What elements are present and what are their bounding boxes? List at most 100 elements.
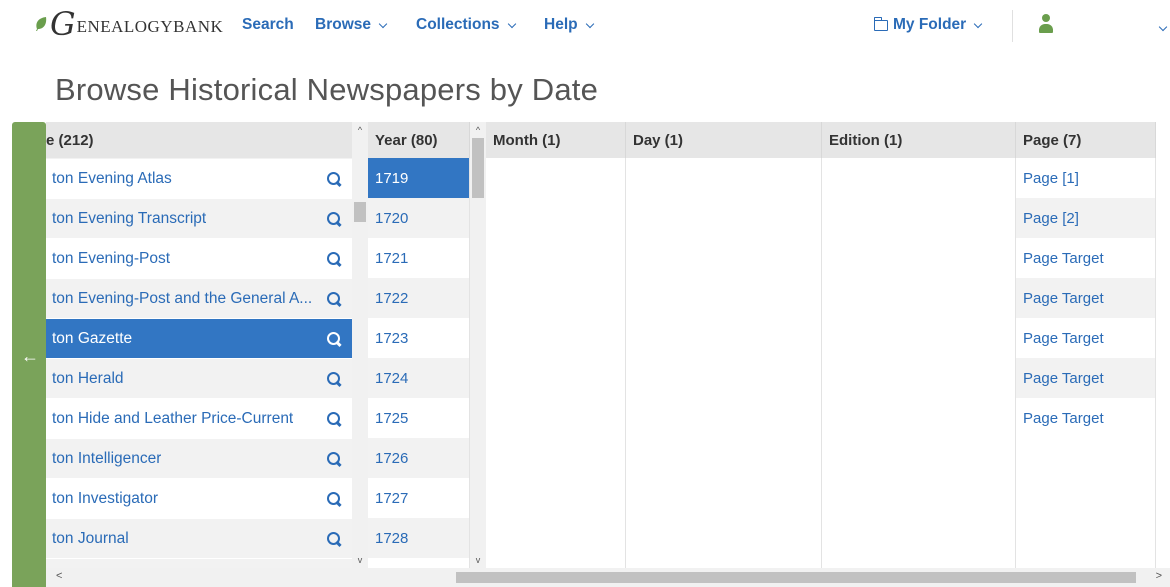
- title-row-label: ton Intelligencer: [52, 449, 162, 467]
- search-icon[interactable]: [326, 331, 342, 347]
- search-icon[interactable]: [326, 491, 342, 507]
- title-row-label: ton Evening-Post and the General A...: [52, 289, 313, 307]
- month-list: December: [486, 158, 626, 568]
- chevron-down-icon: [1158, 22, 1168, 32]
- scroll-left-icon[interactable]: <: [56, 570, 62, 582]
- scroll-thumb[interactable]: [354, 202, 366, 222]
- scroll-right-icon[interactable]: >: [1156, 570, 1162, 582]
- year-column: Year (80) 1719 1720 1721 1722 1723 1724 …: [368, 122, 470, 568]
- search-icon[interactable]: [326, 171, 342, 187]
- year-row[interactable]: 1723: [368, 318, 469, 358]
- year-row[interactable]: 1726: [368, 438, 469, 478]
- horizontal-scrollbar[interactable]: < >: [46, 568, 1170, 587]
- folder-icon: [873, 16, 888, 31]
- title-row[interactable]: ton Evening Atlas: [46, 159, 352, 199]
- edition-row-selected[interactable]: Edition 1: [822, 158, 1015, 198]
- scroll-down-icon[interactable]: v: [352, 552, 368, 568]
- title-row[interactable]: ton Investigator: [46, 479, 352, 519]
- page-row[interactable]: Page [2]: [1016, 198, 1155, 238]
- page-column: Page (7) Page [1] Page [2] Page Target P…: [1016, 122, 1156, 568]
- chevron-down-icon: [507, 19, 516, 28]
- title-row[interactable]: ton Intelligencer: [46, 439, 352, 479]
- title-row-label: ton Hide and Leather Price-Current: [52, 409, 294, 427]
- nav-help[interactable]: Help: [544, 16, 594, 34]
- edition-column-header: Edition (1): [822, 122, 1016, 158]
- chevron-down-icon: [585, 19, 594, 28]
- year-row[interactable]: 1725: [368, 398, 469, 438]
- page-title: Browse Historical Newspapers by Date: [55, 72, 599, 107]
- year-row[interactable]: 1722: [368, 278, 469, 318]
- search-icon[interactable]: [326, 411, 342, 427]
- search-icon[interactable]: [326, 371, 342, 387]
- search-icon[interactable]: [326, 451, 342, 467]
- my-folder-label: My Folder: [893, 16, 967, 33]
- title-row[interactable]: ton Hide and Leather Price-Current: [46, 399, 352, 439]
- nav-browse[interactable]: Browse: [315, 16, 388, 34]
- arrow-left-icon: ←: [21, 346, 39, 366]
- search-icon[interactable]: [326, 211, 342, 227]
- title-column: e (212) ton Evening Atlas ton Evening Tr…: [46, 122, 352, 568]
- search-icon[interactable]: [326, 251, 342, 267]
- chevron-down-icon: [378, 19, 388, 28]
- year-row[interactable]: 1724: [368, 358, 469, 398]
- nav-help-label: Help: [544, 16, 578, 33]
- nav-collections[interactable]: Collections: [416, 16, 516, 34]
- search-icon[interactable]: [326, 531, 342, 547]
- scroll-thumb[interactable]: [456, 572, 1136, 583]
- nav-search-label: Search: [242, 16, 294, 33]
- day-column: Day (1) Thu December 21: [626, 122, 822, 568]
- title-row-label: ton Journal: [52, 529, 129, 547]
- logo-initial: G: [50, 5, 76, 43]
- year-list: 1719 1720 1721 1722 1723 1724 1725 1726 …: [368, 158, 470, 568]
- year-row[interactable]: 1721: [368, 238, 469, 278]
- logo-text: ENEALOGYBANK: [76, 17, 224, 36]
- edition-column: Edition (1) Edition 1: [822, 122, 1016, 568]
- edition-list: Edition 1: [822, 158, 1016, 568]
- genealogybank-logo[interactable]: G ENEALOGYBANK: [34, 6, 223, 42]
- page-row[interactable]: Page Target: [1016, 238, 1155, 278]
- nav-search[interactable]: Search: [242, 16, 294, 34]
- title-list: ton Evening Atlas ton Evening Transcript…: [46, 158, 352, 568]
- year-list-scrollbar[interactable]: ^ v: [470, 122, 486, 568]
- title-row[interactable]: ton Evening-Post: [46, 239, 352, 279]
- page-column-header: Page (7): [1016, 122, 1156, 158]
- scroll-up-icon[interactable]: ^: [352, 122, 368, 138]
- year-row[interactable]: 1728: [368, 518, 469, 558]
- month-column: Month (1) December: [486, 122, 626, 568]
- scroll-thumb[interactable]: [472, 138, 484, 198]
- search-icon[interactable]: [326, 291, 342, 307]
- top-navigation: G ENEALOGYBANK Search Browse Collections…: [0, 0, 1170, 52]
- title-row-label: ton Investigator: [52, 489, 158, 507]
- page-row[interactable]: Page Target: [1016, 358, 1155, 398]
- year-row-selected[interactable]: 1719: [368, 158, 469, 198]
- my-folder-button[interactable]: My Folder: [873, 16, 983, 34]
- day-row-selected[interactable]: Thu December 21: [626, 158, 821, 198]
- title-list-scrollbar[interactable]: ^ v: [352, 122, 368, 568]
- scroll-down-icon[interactable]: v: [470, 552, 486, 568]
- user-icon[interactable]: [1038, 14, 1054, 34]
- year-row[interactable]: 1720: [368, 198, 469, 238]
- title-row-label: ton Herald: [52, 369, 124, 387]
- user-menu-toggle[interactable]: [1151, 17, 1168, 35]
- title-row-selected[interactable]: ton Gazette: [46, 319, 352, 359]
- year-row[interactable]: 1727: [368, 478, 469, 518]
- page-row[interactable]: Page Target: [1016, 398, 1155, 438]
- page-row[interactable]: Page [1]: [1016, 158, 1155, 198]
- month-row-selected[interactable]: December: [486, 158, 625, 198]
- nav-divider: [1012, 10, 1013, 42]
- title-row-label: ton Evening-Post: [52, 249, 171, 267]
- title-row[interactable]: ton Evening Transcript: [46, 199, 352, 239]
- title-column-header: e (212): [46, 122, 352, 158]
- title-row[interactable]: ton Journal: [46, 519, 352, 559]
- nav-collections-label: Collections: [416, 16, 500, 33]
- title-row[interactable]: ton Evening-Post and the General A...: [46, 279, 352, 319]
- collapse-panel-tab[interactable]: ←: [12, 122, 46, 587]
- title-row-label: ton Gazette: [52, 329, 133, 347]
- scroll-up-icon[interactable]: ^: [470, 122, 486, 138]
- leaf-icon: [36, 17, 47, 31]
- page-row[interactable]: Page Target: [1016, 278, 1155, 318]
- title-row-label: ton Evening Transcript: [52, 209, 207, 227]
- nav-browse-label: Browse: [315, 16, 371, 33]
- title-row[interactable]: ton Herald: [46, 359, 352, 399]
- page-row[interactable]: Page Target: [1016, 318, 1155, 358]
